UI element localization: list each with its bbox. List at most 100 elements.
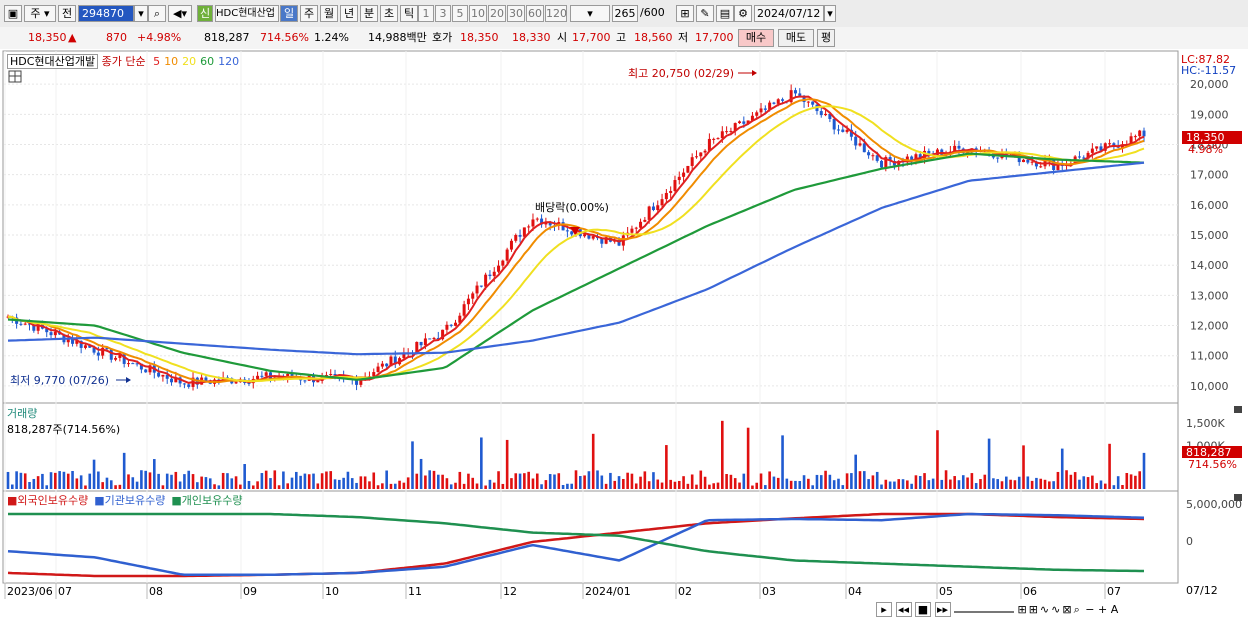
gear-icon[interactable]: ⚙: [734, 5, 752, 22]
prev-button[interactable]: 전: [58, 5, 76, 22]
volume-bar: [755, 482, 759, 489]
volume-bar: [656, 479, 660, 489]
indicator-icon[interactable]: ⊞: [676, 5, 694, 22]
period-button-5[interactable]: 초: [380, 5, 398, 22]
volume-bar: [49, 472, 53, 489]
stock-chart[interactable]: 20,00019,00018,00017,00016,00015,00014,0…: [0, 49, 1248, 621]
candle-body: [462, 304, 466, 316]
volume-panel-close-icon[interactable]: [1234, 406, 1242, 413]
average-button[interactable]: 평: [817, 29, 835, 47]
rewind-icon[interactable]: ◂◂: [895, 602, 912, 617]
code-dropdown-icon[interactable]: ▾: [134, 5, 148, 22]
volume-bar: [217, 485, 221, 489]
holdings-y-tick: 0: [1186, 535, 1193, 548]
save-icon[interactable]: ▤: [716, 5, 734, 22]
volume-bar: [961, 475, 965, 489]
interval-button-5[interactable]: 5: [452, 5, 468, 22]
search-icon[interactable]: ⌕: [148, 5, 166, 22]
zoom-out-icon[interactable]: −: [1085, 603, 1094, 616]
candle-body: [234, 382, 238, 384]
candle-body: [871, 155, 875, 157]
candle-body: [131, 363, 135, 365]
font-size-icon[interactable]: A: [1111, 603, 1119, 616]
volume-bar: [682, 476, 685, 489]
volume-bar: [557, 473, 561, 489]
interval-button-1[interactable]: 1: [418, 5, 434, 22]
candle-body: [776, 99, 780, 104]
interval-button-10[interactable]: 10: [469, 5, 487, 22]
volume-bar: [927, 480, 931, 489]
quote-label: 호가: [432, 31, 453, 44]
volume-bar: [974, 483, 978, 489]
volume-bar: [819, 475, 823, 489]
scroll-right-icon[interactable]: ▸: [876, 602, 892, 617]
interval-dropdown[interactable]: ▾: [570, 5, 610, 22]
candle-body: [699, 152, 703, 157]
period-button-1[interactable]: 주: [300, 5, 318, 22]
volume-bar: [273, 470, 277, 489]
volume-bar: [729, 474, 733, 489]
date-input[interactable]: 2024/07/12: [754, 5, 824, 22]
interval-button-120[interactable]: 120: [545, 5, 567, 22]
zoom-in-icon[interactable]: +: [1098, 603, 1107, 616]
draw-tool-icon[interactable]: ✎: [696, 5, 714, 22]
volume-bar: [677, 480, 681, 489]
candle-body: [673, 180, 677, 191]
interval-button-30[interactable]: 30: [507, 5, 525, 22]
zoom-slider[interactable]: [954, 611, 1014, 613]
candle-body: [630, 228, 634, 233]
volume-bar: [1039, 478, 1043, 489]
speaker-icon[interactable]: ◀▾: [168, 5, 192, 22]
volume-bar: [316, 483, 320, 489]
candle-body: [23, 323, 27, 325]
volume-bar: [234, 476, 238, 489]
volume-bar: [19, 472, 23, 489]
volume-bar: [449, 484, 453, 489]
volume-bar: [587, 471, 591, 489]
candle-body: [591, 236, 595, 239]
sell-button[interactable]: 매도: [778, 29, 814, 47]
period-button-6[interactable]: 틱: [400, 5, 418, 22]
stop-icon[interactable]: ■: [915, 602, 931, 617]
volume-bar: [850, 473, 853, 489]
volume-bar: [161, 485, 165, 489]
stock-code-input[interactable]: 294870: [78, 5, 134, 22]
volume-bar: [58, 471, 61, 489]
window-menu-icon[interactable]: ▣: [4, 5, 22, 22]
current-volume-ratio-tag: 714.56%: [1188, 458, 1237, 471]
interval-button-3[interactable]: 3: [435, 5, 451, 22]
candle-body: [432, 337, 436, 340]
volume-bar: [256, 481, 259, 489]
count-input[interactable]: 265: [612, 5, 638, 22]
volume-bar: [299, 475, 302, 489]
fast-forward-icon[interactable]: ▸▸: [934, 602, 951, 617]
volume-bar: [140, 470, 143, 489]
candle-body: [819, 111, 823, 116]
volume-bar: [501, 483, 505, 489]
candle-body: [725, 131, 729, 133]
volume-bar: [652, 472, 655, 489]
volume-bar: [708, 484, 711, 489]
period-button-0[interactable]: 일: [280, 5, 298, 22]
buy-button[interactable]: 매수: [738, 29, 774, 47]
candle-body: [1133, 136, 1137, 138]
period-button-2[interactable]: 월: [320, 5, 338, 22]
interval-button-20[interactable]: 20: [488, 5, 506, 22]
interval-button-60[interactable]: 60: [526, 5, 544, 22]
period-type-select[interactable]: 주 ▾: [24, 5, 56, 22]
volume-bar: [282, 471, 285, 489]
candle-body: [824, 113, 828, 116]
period-button-3[interactable]: 년: [340, 5, 358, 22]
holdings-panel-close-icon[interactable]: [1234, 494, 1242, 501]
tool-icons[interactable]: ⊞⊞∿∿⊠⌕: [1018, 603, 1082, 616]
volume-legend: 거래량 818,287주(714.56%): [7, 405, 120, 437]
volume-bar: [204, 477, 208, 489]
volume-bar: [548, 474, 552, 489]
volume-bar: [811, 485, 814, 489]
candle-body: [677, 176, 681, 181]
volume-bar: [742, 473, 746, 489]
x-axis-label: 09: [243, 585, 257, 598]
calendar-icon[interactable]: ▾: [824, 5, 836, 22]
volume-bar: [148, 472, 152, 489]
period-button-4[interactable]: 분: [360, 5, 378, 22]
